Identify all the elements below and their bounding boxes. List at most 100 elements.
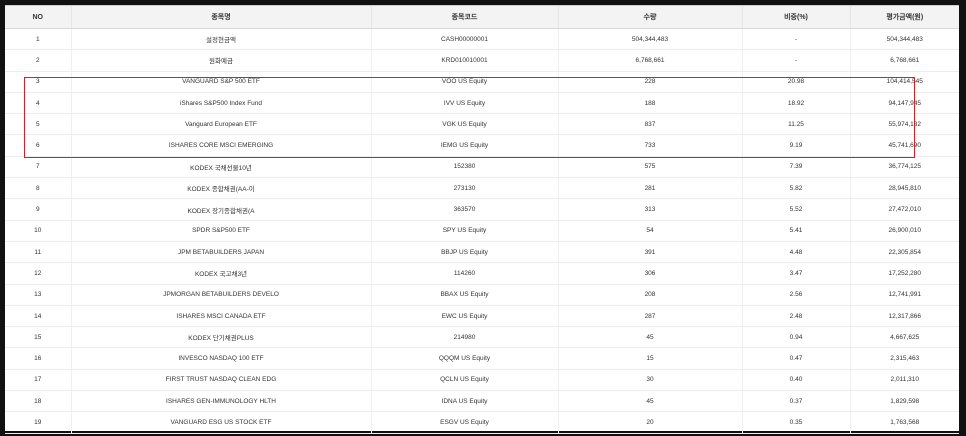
row-number-cell: 19 [5, 411, 71, 434]
holding-weight-cell: - [741, 49, 850, 72]
holdings-panel: NO 종목명 종목코드 수량 비중(%) 평가금액(원) 1 설정현금액 CASH0… [5, 5, 959, 434]
holding-name-cell: KODEX 종합채권(AA-이 [70, 177, 371, 200]
holding-quantity-cell: 504,344,483 [557, 28, 742, 51]
holding-code-cell: VGK US Equity [370, 113, 558, 136]
holding-value-cell: 26,900,010 [849, 220, 959, 242]
holding-value-cell: 504,344,483 [849, 28, 959, 51]
holding-name-cell: JPMORGAN BETABUILDERS DEVELO [70, 284, 371, 306]
holding-code-cell: 152380 [370, 156, 558, 179]
table-row: 13 JPMORGAN BETABUILDERS DEVELO BBAX US Eq… [5, 284, 959, 306]
holding-quantity-cell: 837 [557, 113, 742, 136]
holding-code-cell: 214980 [370, 326, 558, 349]
holding-name-cell: ISHARES CORE MSCI EMERGING [70, 134, 371, 157]
table-row: 2 원화예금 KRD010010001 6,768,661-6,768,661 [5, 49, 959, 72]
table-row: 19 VANGUARD ESG US STOCK ETF ESGV US Equit… [5, 411, 959, 434]
holding-code-cell: 273130 [370, 177, 558, 200]
holding-name-cell: KODEX 장기종합채권(A [70, 198, 371, 221]
holding-name-cell: 원화예금 [70, 49, 371, 72]
holding-quantity-cell: 391 [557, 241, 742, 264]
holding-value-cell: 28,945,810 [849, 177, 959, 200]
table-row: 12 KODEX 국고채3년 114260 306 3.47 17,252,280 [5, 262, 959, 285]
holding-name-cell: INVESCO NASDAQ 100 ETF [70, 347, 371, 370]
table-row: 1 설정현금액 CASH00000001 504,344,483-504,344,48… [5, 28, 959, 51]
col-header-quantity: 수량 [557, 5, 742, 29]
holding-weight-cell: 0.35 [741, 411, 850, 434]
holding-code-cell: CASH00000001 [370, 28, 558, 51]
holding-weight-cell: 20.98 [741, 71, 850, 93]
holding-quantity-cell: 30 [557, 369, 742, 392]
table-row: 14 ISHARES MSCI CANADA ETF EWC US Equity 28… [5, 305, 959, 328]
holding-value-cell: 2,315,463 [849, 347, 959, 370]
holding-code-cell: KRD010010001 [370, 49, 558, 72]
table-row: 18 ISHARES GEN-IMMUNOLOGY HLTH IDNA US Equ… [5, 390, 959, 413]
holding-name-cell: KODEX 국채선물10년 [70, 156, 371, 179]
holding-quantity-cell: 20 [557, 411, 742, 434]
table-row: 9 KODEX 장기종합채권(A 363570 313 5.52 27,472,010 [5, 198, 959, 221]
holding-weight-cell: 0.47 [741, 347, 850, 370]
holding-quantity-cell: 208 [557, 284, 742, 306]
holding-quantity-cell: 6,768,661 [557, 49, 742, 72]
table-row: 8 KODEX 종합채권(AA-이 273130 281 5.82 28,945,810 [5, 177, 959, 200]
holdings-table: NO 종목명 종목코드 수량 비중(%) 평가금액(원) 1 설정현금액 CASH0… [5, 5, 959, 434]
holding-name-cell: VANGUARD S&P 500 ETF [70, 71, 371, 93]
holding-quantity-cell: 228 [557, 71, 742, 93]
holding-weight-cell: 7.39 [741, 156, 850, 179]
holding-name-cell: ISHARES GEN-IMMUNOLOGY HLTH [70, 390, 371, 413]
holding-name-cell: SPDR S&P500 ETF [70, 220, 371, 242]
row-number-cell: 15 [5, 326, 71, 349]
row-number-cell: 5 [5, 113, 71, 136]
col-header-value: 평가금액(원) [849, 5, 959, 29]
holding-quantity-cell: 313 [557, 198, 742, 221]
col-header-weight: 비중(%) [741, 5, 850, 29]
holding-weight-cell: - [741, 28, 850, 51]
screenshot-frame: NO 종목명 종목코드 수량 비중(%) 평가금액(원) 1 설정현금액 CASH0… [5, 5, 959, 434]
holding-code-cell: 114260 [370, 262, 558, 285]
holding-weight-cell: 0.37 [741, 390, 850, 413]
holding-quantity-cell: 733 [557, 134, 742, 157]
holding-weight-cell: 2.48 [741, 305, 850, 328]
holding-code-cell: QCLN US Equity [370, 369, 558, 392]
table-row: 5 Vanguard European ETF VGK US Equity 837 11… [5, 113, 959, 136]
holding-value-cell: 6,768,661 [849, 49, 959, 72]
holding-quantity-cell: 15 [557, 347, 742, 370]
holding-value-cell: 45,741,690 [849, 134, 959, 157]
row-number-cell: 12 [5, 262, 71, 285]
holding-value-cell: 2,011,310 [849, 369, 959, 392]
holding-quantity-cell: 281 [557, 177, 742, 200]
table-row: 6 ISHARES CORE MSCI EMERGING IEMG US Equit… [5, 134, 959, 157]
holding-code-cell: 363570 [370, 198, 558, 221]
col-header-no: NO [5, 5, 71, 29]
row-number-cell: 16 [5, 347, 71, 370]
holding-code-cell: EWC US Equity [370, 305, 558, 328]
holding-quantity-cell: 287 [557, 305, 742, 328]
table-row: 17 FIRST TRUST NASDAQ CLEAN EDG QCLN US Eq… [5, 369, 959, 392]
table-row: 11 JPM BETABUILDERS JAPAN BBJP US Equity 39… [5, 241, 959, 264]
holding-value-cell: 12,317,866 [849, 305, 959, 328]
holding-value-cell: 4,667,625 [849, 326, 959, 349]
holding-quantity-cell: 306 [557, 262, 742, 285]
row-number-cell: 10 [5, 220, 71, 242]
holding-weight-cell: 11.25 [741, 113, 850, 136]
row-number-cell: 17 [5, 369, 71, 392]
holding-weight-cell: 18.92 [741, 92, 850, 115]
holding-weight-cell: 5.52 [741, 198, 850, 221]
holding-value-cell: 36,774,125 [849, 156, 959, 179]
holding-code-cell: SPY US Equity [370, 220, 558, 242]
holding-name-cell: JPM BETABUILDERS JAPAN [70, 241, 371, 264]
holding-quantity-cell: 575 [557, 156, 742, 179]
holding-name-cell: Vanguard European ETF [70, 113, 371, 136]
row-number-cell: 9 [5, 198, 71, 221]
table-row: 15 KODEX 단기채권PLUS 214980 45 0.94 4,667,625 [5, 326, 959, 349]
holding-value-cell: 55,974,132 [849, 113, 959, 136]
holding-name-cell: FIRST TRUST NASDAQ CLEAN EDG [70, 369, 371, 392]
table-row: 3 VANGUARD S&P 500 ETF VOO US Equity 228 20.… [5, 71, 959, 93]
row-number-cell: 4 [5, 92, 71, 115]
holding-name-cell: 설정현금액 [70, 28, 371, 51]
holding-value-cell: 1,829,598 [849, 390, 959, 413]
holding-value-cell: 22,305,854 [849, 241, 959, 264]
row-number-cell: 8 [5, 177, 71, 200]
holding-weight-cell: 9.19 [741, 134, 850, 157]
holding-code-cell: BBJP US Equity [370, 241, 558, 264]
row-number-cell: 18 [5, 390, 71, 413]
holding-name-cell: KODEX 단기채권PLUS [70, 326, 371, 349]
